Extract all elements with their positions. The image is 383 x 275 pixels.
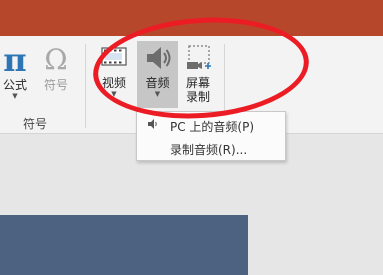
symbol-button[interactable]: Ω 符号	[38, 42, 74, 106]
equation-button[interactable]: π 公式 ▼	[0, 42, 30, 106]
menu-item-label: 录制音频(R)...	[170, 143, 248, 157]
speaker-icon	[148, 119, 157, 129]
menu-item-audio-on-pc[interactable]: PC 上的音频(P)	[137, 115, 285, 135]
chevron-down-icon: ▼	[12, 92, 18, 100]
audio-dropdown-menu: PC 上的音频(P) 录制音频(R)...	[136, 111, 286, 161]
menu-item-record-audio[interactable]: 录制音频(R)...	[137, 138, 285, 158]
symbols-group-label: 符号	[22, 117, 47, 131]
equation-label: 公式	[2, 78, 27, 92]
menu-item-label: PC 上的音频(P)	[170, 120, 255, 134]
slide-thumbnail[interactable]	[0, 215, 248, 275]
omega-icon: Ω	[44, 43, 68, 76]
symbol-label: 符号	[43, 78, 68, 92]
group-divider	[85, 44, 86, 128]
pi-icon: π	[3, 41, 27, 79]
